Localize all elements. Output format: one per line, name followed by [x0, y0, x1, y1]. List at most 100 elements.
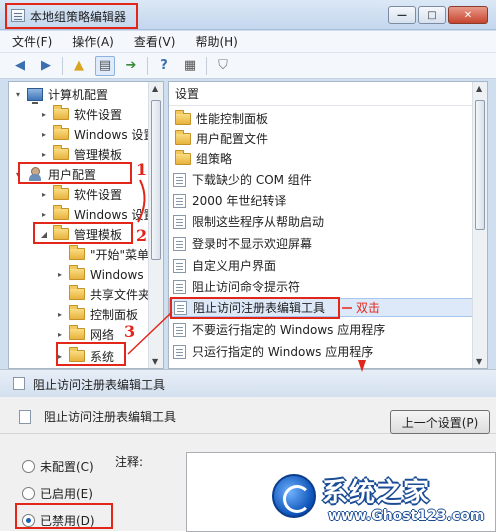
up-folder-button[interactable]: ▲ [69, 56, 89, 76]
title-bar[interactable]: 本地组策略编辑器 — □ ✕ [0, 0, 496, 30]
window-title: 本地组策略编辑器 [30, 10, 127, 24]
list-item[interactable]: 阻止访问命令提示符 [169, 277, 474, 296]
policy-icon [13, 377, 25, 390]
scroll-down-icon[interactable]: ▼ [152, 357, 158, 366]
collapse-icon[interactable]: ◢ [39, 230, 49, 239]
tree-item-start-menu[interactable]: "开始"菜单 [69, 244, 149, 264]
list-item[interactable]: 不要运行指定的 Windows 应用程序 [169, 320, 474, 339]
expand-icon[interactable]: ▸ [39, 130, 49, 139]
tree-item-system[interactable]: ▸ 系统 [55, 346, 114, 366]
tree-item-label: 管理模板 [74, 147, 123, 162]
scroll-up-icon[interactable]: ▲ [152, 84, 158, 93]
folder-icon [53, 185, 69, 200]
list-item[interactable]: 登录时不显示欢迎屏幕 [169, 234, 474, 253]
tree-item-label: 计算机配置 [48, 87, 109, 102]
tree-scrollbar[interactable]: ▲ ▼ [148, 82, 163, 368]
column-header-setting[interactable]: 设置 [169, 82, 474, 106]
export-list-button[interactable]: ➔ [121, 56, 141, 76]
list-item[interactable]: 2000 年世纪转译 [169, 191, 474, 210]
expand-icon[interactable]: ▸ [39, 110, 49, 119]
expand-icon[interactable]: ▸ [55, 352, 65, 361]
menu-view[interactable]: 查看(V) [130, 33, 180, 50]
menu-file[interactable]: 文件(F) [8, 33, 56, 50]
properties-icon: ▦ [183, 58, 197, 73]
menu-action[interactable]: 操作(A) [68, 33, 118, 50]
filter-button[interactable]: ⛉ [213, 56, 233, 76]
tree-item-control-panel[interactable]: ▸ 控制面板 [55, 304, 138, 324]
list-item-label: 自定义用户界面 [192, 259, 277, 273]
folder-icon [69, 305, 85, 320]
radio-circle[interactable] [22, 486, 35, 500]
radio-circle-checked[interactable] [22, 513, 35, 527]
scroll-up-icon[interactable]: ▲ [476, 84, 482, 93]
expand-icon[interactable]: ▸ [55, 270, 65, 279]
expand-icon[interactable]: ▸ [39, 150, 49, 159]
tree-item-windows-settings[interactable]: ▸ Windows 设置 [39, 204, 155, 224]
minimize-button[interactable]: — [388, 6, 416, 24]
list-scrollbar[interactable]: ▲ ▼ [472, 82, 487, 368]
list-item-label: 下载缺少的 COM 组件 [192, 173, 312, 187]
previous-setting-button[interactable]: 上一个设置(P) [390, 410, 490, 434]
list-item-selected[interactable]: 阻止访问注册表编辑工具 [169, 298, 474, 317]
tree-item-admin-templates[interactable]: ▸ 管理模板 [39, 144, 122, 164]
toolbar-separator [62, 56, 63, 75]
scrollbar-thumb[interactable] [151, 100, 161, 260]
list-item[interactable]: 限制这些程序从帮助启动 [169, 212, 474, 231]
scrollbar-thumb[interactable] [475, 100, 485, 230]
folder-icon [53, 145, 69, 160]
expand-icon[interactable]: ▸ [39, 210, 49, 219]
policy-icon [173, 258, 186, 273]
help-button[interactable]: ? [154, 56, 174, 76]
radio-enabled[interactable]: 已启用(E) [22, 484, 93, 502]
menu-help[interactable]: 帮助(H) [191, 33, 241, 50]
folder-icon [69, 285, 85, 300]
tree-item-label: 共享文件夹 [90, 287, 151, 302]
list-item[interactable]: 只运行指定的 Windows 应用程序 [169, 342, 474, 361]
tree-item-shared-folders[interactable]: 共享文件夹 [69, 284, 150, 304]
back-arrow-icon: ◀ [15, 58, 25, 73]
tree-item-label: Windows 设置 [74, 207, 156, 222]
collapse-icon[interactable]: ▾ [13, 170, 23, 179]
list-item[interactable]: 组策略 [169, 149, 474, 168]
tree-item-label: 软件设置 [74, 187, 123, 202]
expand-icon[interactable]: ▸ [39, 190, 49, 199]
list-item[interactable]: 性能控制面板 [169, 109, 474, 128]
scroll-down-icon[interactable]: ▼ [476, 357, 482, 366]
settings-list-pane[interactable]: 设置 性能控制面板 用户配置文件 组策略 下载缺少的 COM 组件 2000 年… [168, 81, 488, 369]
menu-bar: 文件(F) 操作(A) 查看(V) 帮助(H) [0, 31, 496, 53]
list-item[interactable]: 自定义用户界面 [169, 256, 474, 275]
tree-item-software-settings[interactable]: ▸ 软件设置 [39, 104, 122, 124]
expand-icon[interactable]: ▸ [55, 310, 65, 319]
policy-icon [173, 344, 186, 359]
tree-item-network[interactable]: ▸ 网络 [55, 324, 114, 344]
radio-not-configured[interactable]: 未配置(C) [22, 457, 94, 475]
annotation-double-click: 双击 [356, 301, 381, 315]
tree-pane[interactable]: ▾ 计算机配置 ▸ 软件设置 ▸ Windows 设置 ▸ 管理模板 ▾ 用户配… [8, 81, 164, 369]
dialog-title-bar[interactable]: 阻止访问注册表编辑工具 [0, 370, 496, 397]
folder-icon [53, 125, 69, 140]
maximize-button[interactable]: □ [418, 6, 446, 24]
annotation-step-1: 1 [136, 160, 148, 179]
list-item[interactable]: 下载缺少的 COM 组件 [169, 170, 474, 189]
watermark-url: www.Ghost123.com [328, 508, 485, 524]
properties-button[interactable]: ▦ [180, 56, 200, 76]
forward-button[interactable]: ▶ [36, 56, 56, 76]
list-item[interactable]: 用户配置文件 [169, 129, 474, 148]
tree-item-software-settings[interactable]: ▸ 软件设置 [39, 184, 122, 204]
collapse-icon[interactable]: ▾ [13, 90, 23, 99]
show-tree-button[interactable]: ▤ [95, 55, 115, 76]
tree-item-windows-settings[interactable]: ▸ Windows 设置 [39, 124, 155, 144]
folder-icon [53, 105, 69, 120]
radio-disabled[interactable]: 已禁用(D) [22, 511, 95, 529]
dialog-title: 阻止访问注册表编辑工具 [33, 378, 166, 392]
close-button[interactable]: ✕ [448, 6, 488, 24]
folder-icon [69, 265, 85, 280]
tree-item-computer-config[interactable]: ▾ 计算机配置 [13, 84, 108, 104]
tree-pane-icon: ▤ [98, 58, 112, 73]
expand-icon[interactable]: ▸ [55, 330, 65, 339]
back-button[interactable]: ◀ [10, 56, 30, 76]
tree-item-admin-templates[interactable]: ◢ 管理模板 [39, 224, 122, 244]
user-icon [27, 167, 43, 181]
radio-circle[interactable] [22, 459, 35, 473]
tree-item-user-config[interactable]: ▾ 用户配置 [13, 164, 96, 184]
